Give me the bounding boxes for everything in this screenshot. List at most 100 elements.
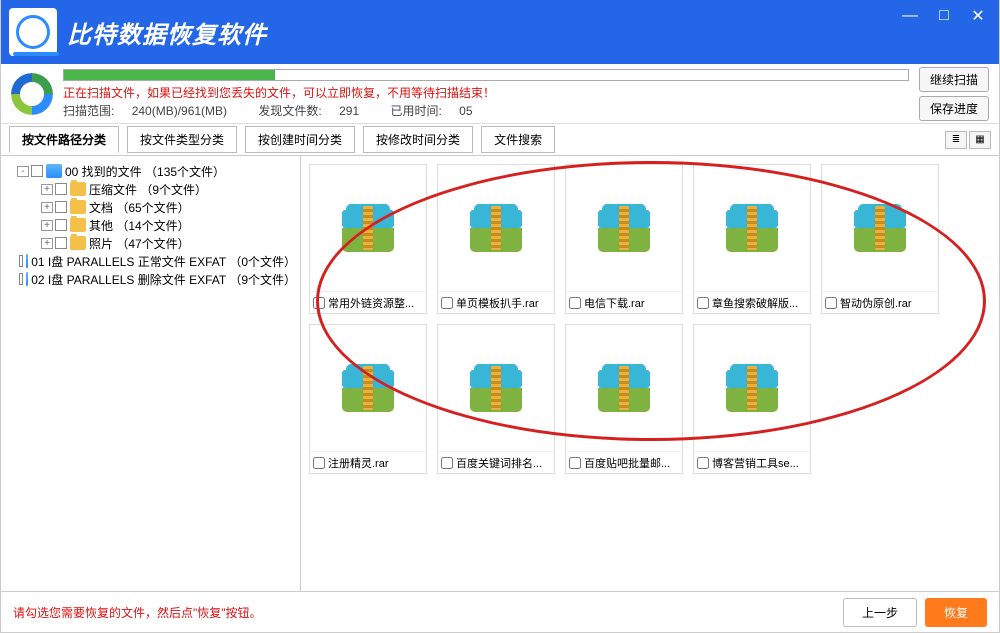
file-item[interactable]: 单页模板扒手.rar (437, 164, 555, 314)
folder-icon (70, 182, 86, 196)
close-button[interactable]: ✕ (961, 4, 995, 28)
save-progress-button[interactable]: 保存进度 (919, 96, 989, 121)
tab-search[interactable]: 文件搜索 (481, 126, 555, 153)
file-checkbox[interactable] (569, 297, 581, 309)
tree-node-drive-deleted[interactable]: 02 I盘 PARALLELS 删除文件 EXFAT （9个文件） (17, 270, 296, 288)
file-name: 常用外链资源整... (328, 295, 423, 311)
collapse-icon[interactable]: - (17, 166, 29, 177)
file-item[interactable]: 百度关键词排名... (437, 324, 555, 474)
tree-label: 照片 （47个文件） (89, 235, 190, 252)
continue-scan-button[interactable]: 继续扫描 (919, 67, 989, 92)
file-name: 博客营销工具se... (712, 455, 807, 471)
app-logo-icon (9, 8, 57, 56)
tree-label: 02 I盘 PARALLELS 删除文件 EXFAT （9个文件） (31, 271, 296, 288)
file-name: 章鱼搜索破解版... (712, 295, 807, 311)
file-name: 单页模板扒手.rar (456, 295, 551, 311)
window-controls: — □ ✕ (893, 4, 995, 28)
expand-icon[interactable]: + (41, 184, 53, 195)
view-grid-icon[interactable]: ▦ (969, 131, 991, 149)
scan-counts: 扫描范围: 240(MB)/961(MB) 发现文件数: 291 已用时间: 0… (63, 102, 909, 119)
folder-icon (70, 218, 86, 232)
file-thumb (342, 325, 394, 451)
archive-icon (342, 204, 394, 252)
file-thumb (598, 325, 650, 451)
tree-checkbox[interactable] (55, 183, 67, 195)
tree-label: 00 找到的文件 （135个文件） (65, 163, 225, 180)
maximize-button[interactable]: □ (927, 4, 961, 28)
file-checkbox[interactable] (441, 457, 453, 469)
recover-button[interactable]: 恢复 (925, 598, 987, 627)
file-item[interactable]: 智动伪原创.rar (821, 164, 939, 314)
tree-node-documents[interactable]: + 文档 （65个文件） (41, 198, 296, 216)
file-item[interactable]: 常用外链资源整... (309, 164, 427, 314)
file-checkbox[interactable] (825, 297, 837, 309)
archive-icon (470, 364, 522, 412)
archive-icon (342, 364, 394, 412)
tree-checkbox[interactable] (19, 255, 23, 267)
archive-icon (854, 204, 906, 252)
tree-label: 压缩文件 （9个文件） (89, 181, 207, 198)
file-tree[interactable]: - 00 找到的文件 （135个文件） + 压缩文件 （9个文件） + 文档 （… (1, 156, 301, 591)
view-list-icon[interactable]: ≣ (945, 131, 967, 149)
app-title: 比特数据恢复软件 (67, 15, 267, 50)
file-checkbox[interactable] (697, 457, 709, 469)
tab-by-created[interactable]: 按创建时间分类 (245, 126, 355, 153)
file-thumb (470, 165, 522, 291)
tree-node-others[interactable]: + 其他 （14个文件） (41, 216, 296, 234)
tree-label: 01 I盘 PARALLELS 正常文件 EXFAT （0个文件） (31, 253, 296, 270)
minimize-button[interactable]: — (893, 4, 927, 28)
expand-icon[interactable]: + (41, 202, 53, 213)
scan-status-bar: 正在扫描文件，如果已经找到您丢失的文件，可以立即恢复，不用等待扫描结束！ 扫描范… (1, 64, 999, 124)
tree-node-drive-normal[interactable]: 01 I盘 PARALLELS 正常文件 EXFAT （0个文件） (17, 252, 296, 270)
tree-checkbox[interactable] (31, 165, 43, 177)
file-checkbox[interactable] (441, 297, 453, 309)
scan-message: 正在扫描文件，如果已经找到您丢失的文件，可以立即恢复，不用等待扫描结束！ (63, 84, 909, 101)
file-thumb (470, 325, 522, 451)
archive-icon (598, 204, 650, 252)
tree-checkbox[interactable] (55, 219, 67, 231)
file-name: 智动伪原创.rar (840, 295, 935, 311)
main-area: - 00 找到的文件 （135个文件） + 压缩文件 （9个文件） + 文档 （… (1, 156, 999, 592)
tree-checkbox[interactable] (19, 273, 23, 285)
tree-checkbox[interactable] (55, 237, 67, 249)
expand-icon[interactable]: + (41, 220, 53, 231)
expand-icon[interactable]: + (41, 238, 53, 249)
file-item[interactable]: 章鱼搜索破解版... (693, 164, 811, 314)
archive-icon (470, 204, 522, 252)
file-checkbox[interactable] (697, 297, 709, 309)
tab-by-modified[interactable]: 按修改时间分类 (363, 126, 473, 153)
file-grid: 常用外链资源整... 单页模板扒手.rar 电信下载.rar 章鱼搜索破解版... 智动… (301, 156, 999, 482)
drive-icon (26, 272, 29, 286)
spinner-icon (11, 73, 53, 115)
file-name: 百度关键词排名... (456, 455, 551, 471)
title-bar: 比特数据恢复软件 — □ ✕ (1, 0, 999, 64)
file-name: 百度贴吧批量邮... (584, 455, 679, 471)
footer-bar: 请勾选您需要恢复的文件，然后点"恢复"按钮。 上一步 恢复 (1, 592, 999, 632)
tree-node-found-files[interactable]: - 00 找到的文件 （135个文件） (17, 162, 296, 180)
tab-by-type[interactable]: 按文件类型分类 (127, 126, 237, 153)
file-item[interactable]: 博客营销工具se... (693, 324, 811, 474)
footer-hint: 请勾选您需要恢复的文件，然后点"恢复"按钮。 (13, 604, 262, 621)
folder-icon (70, 200, 86, 214)
file-checkbox[interactable] (313, 457, 325, 469)
prev-step-button[interactable]: 上一步 (843, 598, 917, 627)
tree-label: 文档 （65个文件） (89, 199, 190, 216)
tree-label: 其他 （14个文件） (89, 217, 190, 234)
progress-bar (63, 69, 909, 81)
file-thumb (726, 165, 778, 291)
file-name: 电信下载.rar (584, 295, 679, 311)
file-item[interactable]: 电信下载.rar (565, 164, 683, 314)
file-thumb (726, 325, 778, 451)
tab-by-path[interactable]: 按文件路径分类 (9, 126, 119, 153)
file-grid-wrapper: 常用外链资源整... 单页模板扒手.rar 电信下载.rar 章鱼搜索破解版... 智动… (301, 156, 999, 591)
tree-checkbox[interactable] (55, 201, 67, 213)
archive-icon (726, 364, 778, 412)
file-item[interactable]: 注册精灵.rar (309, 324, 427, 474)
file-checkbox[interactable] (313, 297, 325, 309)
tree-node-archives[interactable]: + 压缩文件 （9个文件） (41, 180, 296, 198)
tree-node-photos[interactable]: + 照片 （47个文件） (41, 234, 296, 252)
file-item[interactable]: 百度贴吧批量邮... (565, 324, 683, 474)
archive-icon (598, 364, 650, 412)
file-checkbox[interactable] (569, 457, 581, 469)
file-thumb (342, 165, 394, 291)
